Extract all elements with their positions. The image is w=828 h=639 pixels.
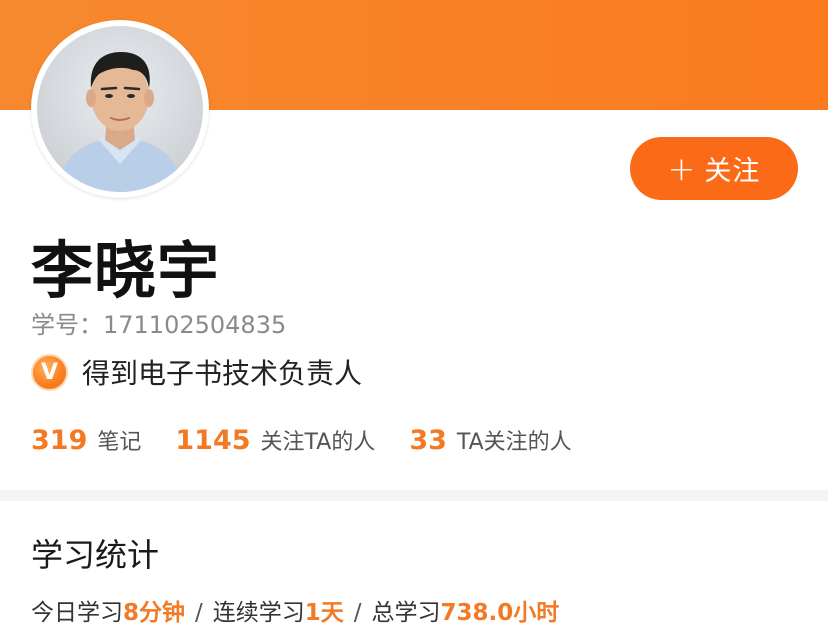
- verified-title: 得到电子书技术负责人: [82, 357, 363, 390]
- stat-followers-value: 1145: [175, 425, 251, 456]
- total-label: 总学习: [371, 600, 441, 626]
- student-id-label: 学号：: [31, 311, 103, 339]
- avatar-photo: [37, 26, 203, 192]
- stat-notes-value: 319: [31, 425, 88, 456]
- total-value: 738.0小时: [440, 600, 560, 626]
- user-name: 李晓宇: [31, 234, 221, 307]
- stat-following-value: 33: [409, 425, 447, 456]
- follow-button-label: 关注: [704, 156, 761, 187]
- stat-following-label: TA关注的人: [456, 430, 572, 455]
- verified-icon: V: [31, 353, 68, 391]
- profile-page: + 关注 李晓宇 学号：171102504835 V 得到电子书技术负责人 31…: [0, 0, 828, 639]
- section-divider: [0, 490, 828, 501]
- stat-following[interactable]: 33 TA关注的人: [409, 424, 571, 456]
- stat-followers-label: 关注TA的人: [260, 430, 376, 455]
- user-photo-icon: [55, 52, 185, 192]
- plus-icon: +: [667, 149, 697, 188]
- stats-row: 319 笔记 1145 关注TA的人 33 TA关注的人: [31, 424, 606, 456]
- avatar[interactable]: [31, 20, 209, 198]
- verified-row: V 得到电子书技术负责人: [31, 352, 362, 392]
- today-value: 8分钟: [123, 600, 186, 626]
- study-stats-title: 学习统计: [31, 536, 160, 574]
- separator: /: [353, 600, 362, 626]
- streak-value: 1天: [304, 600, 344, 626]
- follow-button[interactable]: + 关注: [630, 137, 798, 200]
- streak-label: 连续学习: [212, 600, 305, 626]
- study-summary: 今日学习 8分钟 / 连续学习 1天 / 总学习 738.0小时: [31, 593, 559, 627]
- today-label: 今日学习: [31, 600, 123, 626]
- separator: /: [195, 600, 203, 626]
- stat-followers[interactable]: 1145 关注TA的人: [175, 424, 375, 456]
- stat-notes[interactable]: 319 笔记: [31, 424, 141, 456]
- stat-notes-label: 笔记: [97, 430, 142, 455]
- student-id-value: 171102504835: [103, 311, 287, 339]
- student-id: 学号：171102504835: [31, 305, 286, 340]
